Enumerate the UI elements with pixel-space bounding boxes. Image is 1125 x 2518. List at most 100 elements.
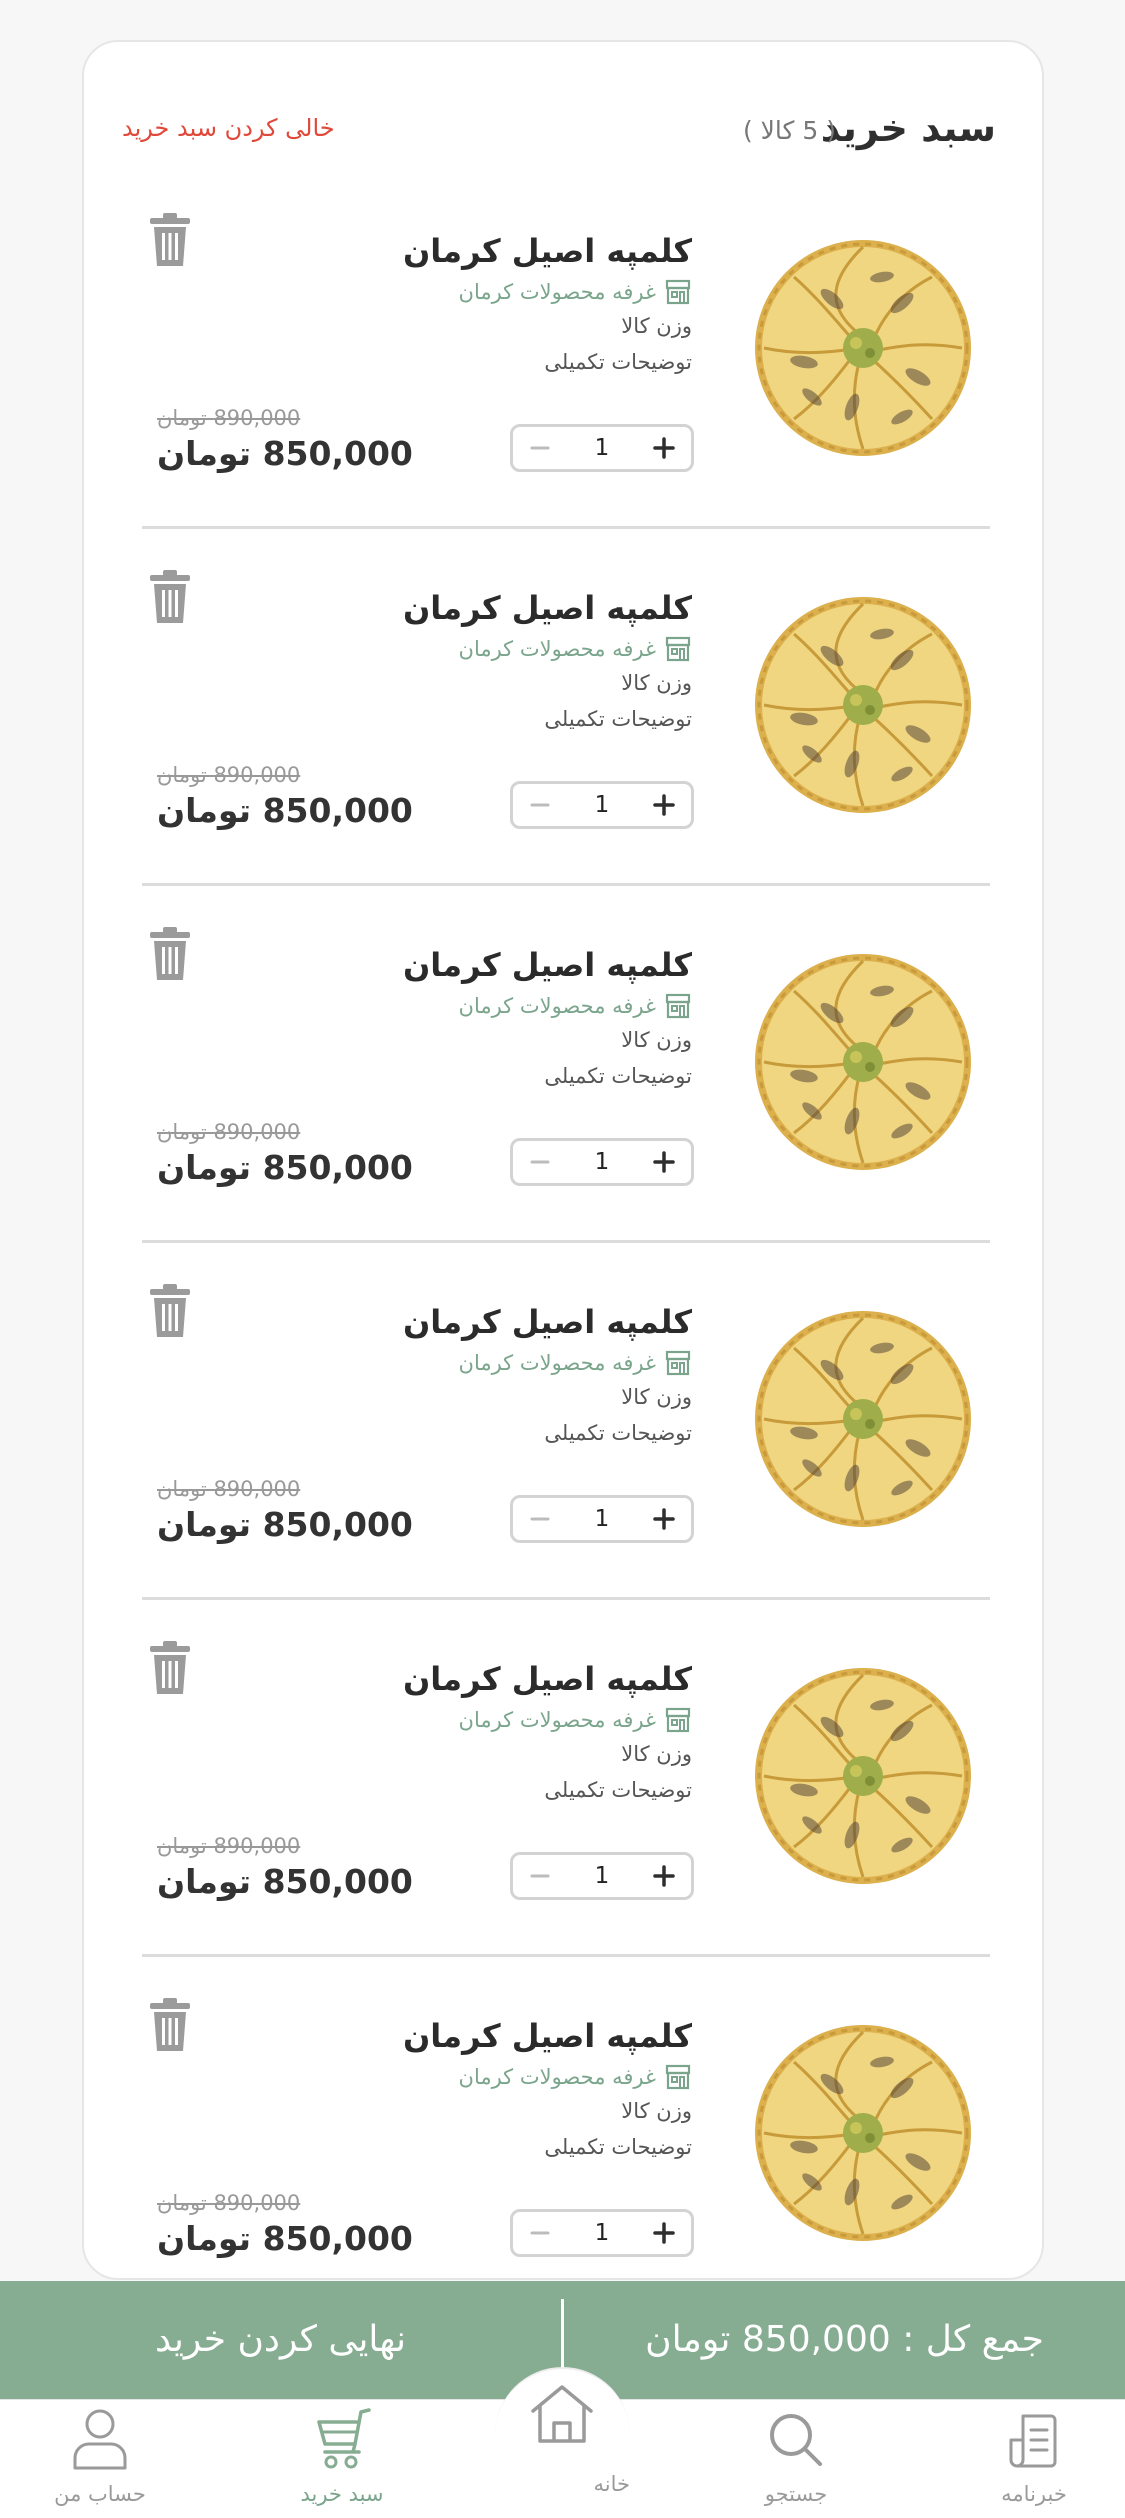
store-icon <box>665 1350 691 1376</box>
quantity-input[interactable] <box>572 427 632 469</box>
nav-item-newsletter[interactable]: خبرنامه <box>954 2400 1114 2518</box>
store-icon <box>665 636 691 662</box>
nav-label-search: جستجو <box>764 2482 828 2506</box>
quantity-stepper <box>510 1138 694 1186</box>
minus-icon <box>530 1517 550 1521</box>
cart-card: سبد خرید ( 5 کالا ) خالی کردن سبد خرید ک… <box>82 40 1044 2280</box>
product-old-price: 890,000 تومان <box>157 763 301 787</box>
decrease-quantity-button[interactable] <box>517 784 563 826</box>
plus-icon <box>653 437 675 459</box>
increase-quantity-button[interactable] <box>641 2212 687 2254</box>
product-description: توضیحات تکمیلی <box>544 707 692 731</box>
finalize-purchase-button[interactable]: نهایی کردن خرید <box>0 2281 561 2399</box>
store-icon <box>665 993 691 1019</box>
quantity-input[interactable] <box>572 1141 632 1183</box>
product-image <box>755 1311 971 1527</box>
product-shop[interactable]: غرفه محصولات کرمان <box>459 276 692 308</box>
product-shop-label: غرفه محصولات کرمان <box>458 2065 656 2089</box>
product-old-price: 890,000 تومان <box>157 1834 301 1858</box>
cart-item: کلمپه اصیل کرمان غرفه محصولات کرمان وزن … <box>142 172 990 529</box>
quantity-input[interactable] <box>572 784 632 826</box>
trash-icon[interactable] <box>148 569 192 625</box>
increase-quantity-button[interactable] <box>641 1498 687 1540</box>
product-description: توضیحات تکمیلی <box>544 2135 692 2159</box>
home-icon <box>531 2385 593 2443</box>
increase-quantity-button[interactable] <box>641 427 687 469</box>
cart-item: کلمپه اصیل کرمان غرفه محصولات کرمان وزن … <box>142 1600 990 1957</box>
product-price: 850,000 تومان <box>157 1148 413 1187</box>
cart-title: سبد خرید <box>820 106 996 150</box>
trash-icon[interactable] <box>148 1283 192 1339</box>
product-description: توضیحات تکمیلی <box>544 350 692 374</box>
trash-icon[interactable] <box>148 1997 192 2053</box>
product-name[interactable]: کلمپه اصیل کرمان <box>403 232 692 270</box>
product-shop-label: غرفه محصولات کرمان <box>458 994 656 1018</box>
product-shop-label: غرفه محصولات کرمان <box>458 1351 656 1375</box>
clear-cart-button[interactable]: خالی کردن سبد خرید <box>122 114 335 142</box>
decrease-quantity-button[interactable] <box>517 2212 563 2254</box>
product-shop[interactable]: غرفه محصولات کرمان <box>459 1347 692 1379</box>
quantity-input[interactable] <box>572 1498 632 1540</box>
product-weight: وزن کالا <box>621 314 692 338</box>
trash-icon[interactable] <box>148 212 192 268</box>
store-icon <box>665 1707 691 1733</box>
product-shop-label: غرفه محصولات کرمان <box>458 1708 656 1732</box>
nav-item-search[interactable]: جستجو <box>716 2400 876 2518</box>
plus-icon <box>653 794 675 816</box>
trash-icon[interactable] <box>148 1640 192 1696</box>
minus-icon <box>530 803 550 807</box>
quantity-input[interactable] <box>572 1855 632 1897</box>
product-name[interactable]: کلمپه اصیل کرمان <box>403 946 692 984</box>
product-old-price: 890,000 تومان <box>157 1120 301 1144</box>
product-image <box>755 2025 971 2241</box>
product-old-price: 890,000 تومان <box>157 1477 301 1501</box>
product-image <box>755 954 971 1170</box>
product-weight: وزن کالا <box>621 2099 692 2123</box>
product-shop-label: غرفه محصولات کرمان <box>458 280 656 304</box>
product-shop[interactable]: غرفه محصولات کرمان <box>459 990 692 1022</box>
quantity-input[interactable] <box>572 2212 632 2254</box>
increase-quantity-button[interactable] <box>641 784 687 826</box>
product-name[interactable]: کلمپه اصیل کرمان <box>403 2017 692 2055</box>
decrease-quantity-button[interactable] <box>517 1141 563 1183</box>
minus-icon <box>530 1160 550 1164</box>
user-icon <box>73 2409 127 2470</box>
quantity-stepper <box>510 781 694 829</box>
nav-label-cart: سبد خرید <box>300 2482 384 2506</box>
product-price: 850,000 تومان <box>157 434 413 473</box>
store-icon <box>665 2064 691 2090</box>
product-weight: وزن کالا <box>621 1742 692 1766</box>
cart-header: سبد خرید ( 5 کالا ) خالی کردن سبد خرید <box>84 42 1042 172</box>
product-weight: وزن کالا <box>621 1385 692 1409</box>
trash-icon[interactable] <box>148 926 192 982</box>
minus-icon <box>530 1874 550 1878</box>
decrease-quantity-button[interactable] <box>517 1498 563 1540</box>
cart-item: کلمپه اصیل کرمان غرفه محصولات کرمان وزن … <box>142 1243 990 1600</box>
product-shop[interactable]: غرفه محصولات کرمان <box>459 2061 692 2093</box>
product-old-price: 890,000 تومان <box>157 406 301 430</box>
product-name[interactable]: کلمپه اصیل کرمان <box>403 589 692 627</box>
plus-icon <box>653 1865 675 1887</box>
product-image <box>755 240 971 456</box>
cart-item-count: ( 5 کالا ) <box>742 116 836 145</box>
nav-label-home: خانه <box>593 2472 630 2496</box>
cart-icon <box>317 2408 371 2469</box>
decrease-quantity-button[interactable] <box>517 1855 563 1897</box>
nav-item-cart[interactable]: سبد خرید <box>262 2400 422 2518</box>
quantity-stepper <box>510 1852 694 1900</box>
nav-label-account: حساب من <box>54 2482 146 2506</box>
increase-quantity-button[interactable] <box>641 1141 687 1183</box>
product-name[interactable]: کلمپه اصیل کرمان <box>403 1303 692 1341</box>
product-description: توضیحات تکمیلی <box>544 1778 692 1802</box>
plus-icon <box>653 1151 675 1173</box>
product-shop[interactable]: غرفه محصولات کرمان <box>459 633 692 665</box>
nav-item-account[interactable]: حساب من <box>20 2400 180 2518</box>
decrease-quantity-button[interactable] <box>517 427 563 469</box>
product-old-price: 890,000 تومان <box>157 2191 301 2215</box>
product-shop[interactable]: غرفه محصولات کرمان <box>459 1704 692 1736</box>
increase-quantity-button[interactable] <box>641 1855 687 1897</box>
minus-icon <box>530 2231 550 2235</box>
product-name[interactable]: کلمپه اصیل کرمان <box>403 1660 692 1698</box>
product-price: 850,000 تومان <box>157 2219 413 2258</box>
product-image <box>755 1668 971 1884</box>
